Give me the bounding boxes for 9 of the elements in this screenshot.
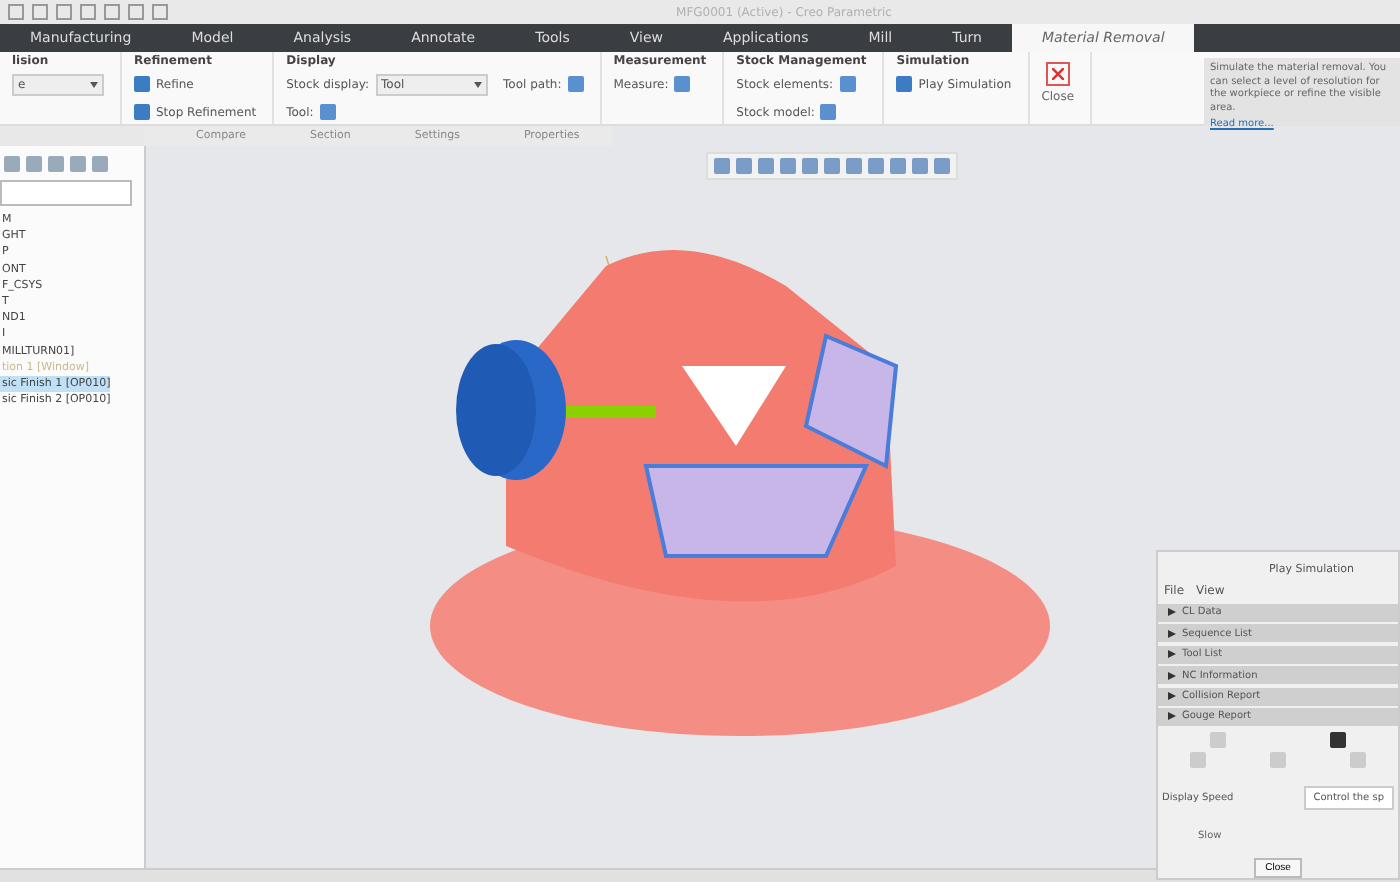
tool-icon[interactable] bbox=[319, 104, 336, 120]
caret-icon bbox=[473, 81, 482, 87]
stop-icon[interactable] bbox=[1330, 732, 1346, 749]
close-icon bbox=[1045, 62, 1070, 86]
tool-icon[interactable] bbox=[674, 76, 691, 92]
tool-icon[interactable] bbox=[567, 76, 584, 92]
tool-icon bbox=[896, 76, 913, 92]
caret-icon bbox=[90, 81, 98, 87]
search-field[interactable] bbox=[0, 180, 132, 206]
